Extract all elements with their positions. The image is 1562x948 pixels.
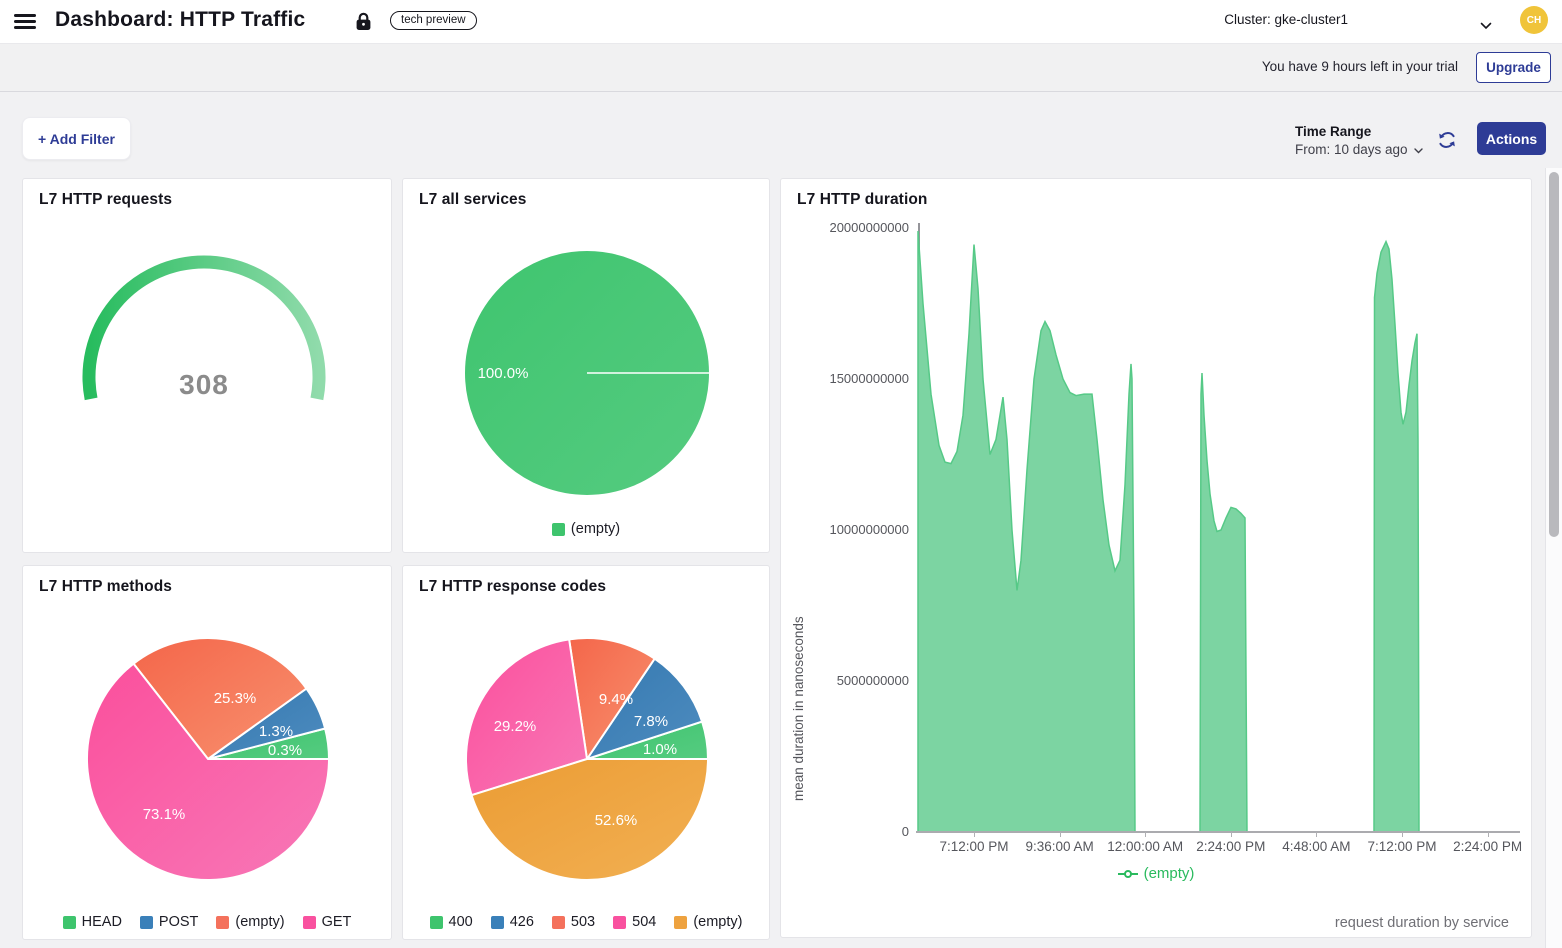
legend-swatch <box>303 916 316 929</box>
pie-chart[interactable]: 0.3% 1.3%25.3% 73.1% <box>23 566 393 941</box>
page-title: Dashboard: HTTP Traffic <box>55 8 305 32</box>
trial-banner: You have 9 hours left in your trial Upgr… <box>0 44 1562 92</box>
legend-label: (empty) <box>571 521 620 537</box>
gauge-chart <box>23 179 393 554</box>
legend-item[interactable]: (empty) <box>216 914 284 930</box>
slice-percent-label: 100.0% <box>478 365 529 382</box>
x-axis-tick-mark <box>1060 832 1061 837</box>
card-http-methods: L7 HTTP methods 0.3%1.3%25.3%73.1% HEADP… <box>22 565 392 940</box>
chart-note: request duration by service <box>1335 915 1509 931</box>
legend-swatch <box>552 916 565 929</box>
avatar[interactable]: CH <box>1520 6 1548 34</box>
slice-percent-label: 1.3% <box>259 723 293 740</box>
chart-legend: 400 426 503 504 (empty) <box>403 914 769 930</box>
chart-legend: (empty) <box>403 521 769 537</box>
legend-swatch <box>674 916 687 929</box>
x-axis-tick-mark <box>1316 832 1317 837</box>
y-axis-tick-label: 5000000000 <box>789 673 909 688</box>
cluster-selector[interactable]: Cluster: gke-cluster1 <box>1224 12 1348 27</box>
card-http-response-codes: L7 HTTP response codes 1.0%7.8%9.4%29.2%… <box>402 565 770 940</box>
pie-chart[interactable]: 100.0% <box>403 179 771 554</box>
legend-item[interactable]: (empty) <box>552 521 620 537</box>
legend-item[interactable]: GET <box>303 914 352 930</box>
x-axis-tick-mark <box>1488 832 1489 837</box>
legend-item[interactable]: 504 <box>613 914 656 930</box>
y-axis-tick-label: 15000000000 <box>789 371 909 386</box>
legend-label: 426 <box>510 914 534 930</box>
x-axis-tick-mark <box>1145 832 1146 837</box>
legend-label: 400 <box>449 914 473 930</box>
refresh-button[interactable] <box>1436 129 1458 151</box>
slice-percent-label: 52.6% <box>595 812 638 829</box>
legend-marker-icon <box>1118 869 1138 879</box>
legend-swatch <box>613 916 626 929</box>
legend-swatch <box>552 523 565 536</box>
card-http-requests: L7 HTTP requests 308 <box>22 178 392 553</box>
legend-item[interactable]: (empty) <box>674 914 742 930</box>
area-fill <box>918 231 1135 832</box>
actions-button[interactable]: Actions <box>1477 122 1546 155</box>
card-http-duration: L7 HTTP duration mean duration in nanose… <box>780 178 1532 938</box>
slice-percent-label: 1.0% <box>643 741 677 758</box>
add-filter-button[interactable]: + Add Filter <box>22 117 131 160</box>
legend-swatch <box>63 916 76 929</box>
slice-percent-label: 29.2% <box>494 718 537 735</box>
card-all-services: L7 all services 100.0% (empty) <box>402 178 770 553</box>
slice-percent-label: 73.1% <box>143 806 186 823</box>
area-fill <box>1200 373 1247 832</box>
chevron-down-icon <box>1414 148 1423 154</box>
legend-item[interactable]: 400 <box>430 914 473 930</box>
series-legend-label: (empty) <box>1144 865 1195 882</box>
legend-item[interactable]: 426 <box>491 914 534 930</box>
refresh-icon <box>1436 129 1458 151</box>
x-axis-tick-mark <box>974 832 975 837</box>
time-range-title: Time Range <box>1295 124 1423 139</box>
legend-label: 503 <box>571 914 595 930</box>
tech-preview-badge: tech preview <box>390 11 477 30</box>
legend-item[interactable]: POST <box>140 914 198 930</box>
y-axis-tick-label: 10000000000 <box>789 522 909 537</box>
lock-icon <box>355 12 372 36</box>
x-axis-tick-label: 2:24:00 PM <box>1428 839 1548 854</box>
slice-percent-label: 0.3% <box>268 742 302 759</box>
legend-swatch <box>491 916 504 929</box>
chart-legend: HEAD POST (empty) GET <box>23 914 391 930</box>
legend-swatch <box>430 916 443 929</box>
legend-swatch <box>216 916 229 929</box>
trial-message: You have 9 hours left in your trial <box>1262 59 1458 74</box>
slice-percent-label: 7.8% <box>634 713 668 730</box>
series-legend[interactable]: (empty) <box>781 865 1531 882</box>
legend-swatch <box>140 916 153 929</box>
y-axis-tick-label: 0 <box>789 824 909 839</box>
upgrade-button[interactable]: Upgrade <box>1476 52 1551 83</box>
legend-label: HEAD <box>82 914 122 930</box>
scrollbar-track[interactable] <box>1545 168 1562 948</box>
app-header: Dashboard: HTTP Traffic tech preview Clu… <box>0 0 1562 44</box>
scrollbar-thumb[interactable] <box>1549 172 1559 537</box>
legend-label: (empty) <box>693 914 742 930</box>
pie-chart[interactable]: 1.0% 7.8%9.4% 29.2% 52.6% <box>403 566 771 941</box>
legend-label: 504 <box>632 914 656 930</box>
slice-percent-label: 25.3% <box>214 690 257 707</box>
legend-item[interactable]: 503 <box>552 914 595 930</box>
x-axis-tick-mark <box>1402 832 1403 837</box>
chevron-down-icon[interactable] <box>1480 17 1492 35</box>
gauge-value: 308 <box>144 369 264 401</box>
x-axis-line <box>916 831 1520 833</box>
area-fill <box>1374 242 1419 832</box>
legend-label: (empty) <box>235 914 284 930</box>
legend-label: POST <box>159 914 198 930</box>
time-range: Time Range From: 10 days ago <box>1295 124 1423 157</box>
time-range-value[interactable]: From: 10 days ago <box>1295 142 1423 157</box>
slice-percent-label: 9.4% <box>599 691 633 708</box>
hamburger-menu-icon[interactable] <box>14 11 38 33</box>
legend-label: GET <box>322 914 352 930</box>
y-axis-tick-label: 20000000000 <box>789 220 909 235</box>
legend-item[interactable]: HEAD <box>63 914 122 930</box>
x-axis-tick-mark <box>1231 832 1232 837</box>
